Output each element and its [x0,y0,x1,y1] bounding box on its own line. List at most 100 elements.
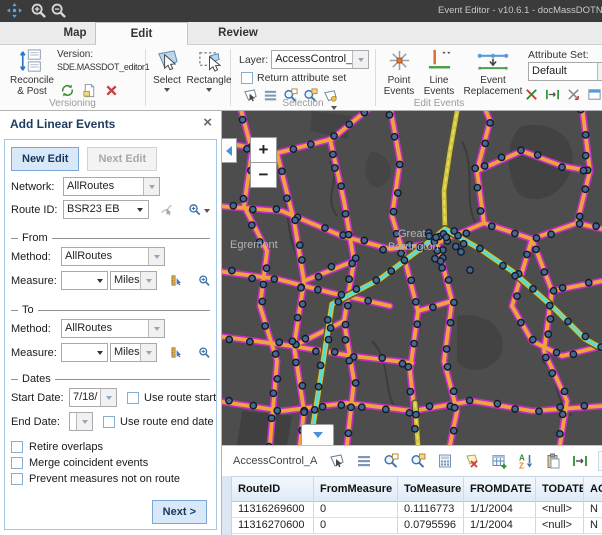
version-value: SDE.MASSDOT_editor1 [57,61,149,73]
group-label-versioning: Versioning [0,98,145,109]
start-date-input[interactable]: 7/18/ [69,388,117,407]
map-zoom-out-button[interactable]: − [250,162,277,188]
to-legend: To [22,304,34,316]
zoom-selected-icon[interactable] [383,453,399,469]
edit-events-tools [524,87,602,102]
chevron-down-icon[interactable] [100,389,116,406]
zoom-in-icon[interactable] [30,2,47,19]
column-header[interactable]: TODATE [536,476,584,502]
reconcile-post-button[interactable]: Reconcile & Post [5,48,59,97]
pick-route-icon[interactable] [160,202,173,217]
prevent-measures-checkbox[interactable] [11,473,23,485]
chevron-down-icon[interactable] [140,272,156,289]
retire-overlaps-checkbox[interactable] [11,441,23,453]
edit-events-group: Point Events Line Events Event Replaceme… [376,45,602,110]
attributes-list-icon[interactable] [356,453,372,469]
method-label: Method: [11,251,61,263]
column-header[interactable]: AC [584,476,602,502]
version-info: Version: SDE.MASSDOT_editor1 [57,49,149,73]
table-cell: <null> [536,502,584,518]
line-events-button[interactable]: Line Events [420,48,458,97]
zoom-to-measure-icon[interactable] [198,273,211,288]
from-units-select[interactable]: Miles [110,271,157,290]
ribbon: Reconcile & Post Version: SDE.MASSDOT_ed… [0,44,602,111]
chevron-down-icon[interactable] [148,248,164,265]
snap-event-icon[interactable] [566,87,581,102]
column-header[interactable]: RouteID [232,476,314,502]
to-measure-input[interactable] [61,343,108,362]
table-toolbar: AccessControl_A S [222,446,602,476]
column-header[interactable]: FROMDATE [464,476,536,502]
column-header[interactable]: ToMeasure [398,476,464,502]
route-id-select[interactable]: BSR23 EB [63,200,149,219]
to-units-select[interactable]: Miles [110,343,157,362]
layer-select[interactable]: AccessControl_A [271,50,369,69]
remove-event-icon[interactable] [524,87,539,102]
table-cell: 11316270600 [232,518,314,534]
column-header[interactable]: FromMeasure [314,476,398,502]
network-select[interactable]: AllRoutes [63,177,160,196]
map-zoom-in-button[interactable]: + [250,137,277,163]
close-icon[interactable]: × [203,114,212,131]
chevron-down-icon[interactable] [143,178,159,195]
to-method-select[interactable]: AllRoutes [61,319,165,338]
table-row[interactable]: 1131626960000.11167731/1/2004<null>N [232,502,602,518]
collapse-panel-left-button[interactable] [222,138,237,163]
end-date-input[interactable] [69,412,93,431]
new-version-icon[interactable] [82,83,97,98]
collapse-table-button[interactable] [301,424,334,445]
tab-review[interactable]: Review [196,22,280,44]
reconcile-post-icon [20,48,44,75]
pick-measure-icon[interactable] [170,345,183,360]
chevron-down-icon[interactable] [92,272,107,289]
calculator-icon[interactable] [437,453,453,469]
next-button[interactable]: Next > [152,500,207,524]
table-search-input[interactable]: S [598,451,602,471]
add-table-icon[interactable] [491,453,507,469]
measure-label: Measure: [11,347,61,359]
select-shape-icon[interactable] [329,453,345,469]
point-events-button[interactable]: Point Events [380,48,418,97]
chevron-down-icon[interactable] [352,51,368,68]
table-row[interactable]: 1131627060000.07955961/1/2004<null>N [232,518,602,534]
use-route-end-date-checkbox[interactable] [103,416,115,428]
measure-icon[interactable] [545,87,560,102]
rectangle-tool-button[interactable]: Rectangle [188,48,230,92]
zoom-previous-icon[interactable] [410,453,426,469]
chevron-down-icon[interactable] [597,63,602,80]
pick-measure-icon[interactable] [170,273,183,288]
tab-edit[interactable]: Edit [95,22,188,45]
delete-version-icon[interactable] [104,83,119,98]
clear-selection-icon[interactable] [464,453,480,469]
zoom-out-icon[interactable] [50,2,67,19]
zoom-to-measure-icon[interactable] [198,345,211,360]
chevron-down-icon[interactable] [133,201,148,218]
merge-coincident-events-checkbox[interactable] [11,457,23,469]
new-edit-button[interactable]: New Edit [11,147,79,171]
chevron-down-icon[interactable] [204,209,210,213]
layer-label: Layer: [239,54,268,66]
chevron-down-icon[interactable] [76,413,92,430]
chevron-down-icon[interactable] [92,344,107,361]
sort-icon[interactable] [518,453,534,469]
attribute-set-label: Attribute Set: [528,49,589,61]
map-label-barrington: Barrington [388,241,439,253]
pan-icon[interactable] [6,2,23,19]
chevron-down-icon[interactable] [140,344,156,361]
return-attribute-set-label: Return attribute set [257,72,346,84]
from-method-select[interactable]: AllRoutes [61,247,165,266]
chevron-down-icon[interactable] [148,320,164,337]
refresh-version-icon[interactable] [60,83,75,98]
use-route-start-date-checkbox[interactable] [127,392,139,404]
paste-icon[interactable] [545,453,561,469]
zoom-to-route-icon[interactable] [188,202,201,217]
select-tool-button[interactable]: Select [147,48,187,92]
map-canvas[interactable]: Egremont Great Barrington + − [222,111,602,445]
use-route-end-date-label: Use route end date [120,416,214,428]
return-attribute-set-checkbox[interactable] [241,72,253,84]
attribute-set-select[interactable]: Default [528,62,602,81]
event-replacement-button[interactable]: Event Replacement [460,48,526,97]
attribute-window-icon[interactable] [587,87,602,102]
measure-icon[interactable] [572,453,588,469]
from-measure-input[interactable] [61,271,108,290]
